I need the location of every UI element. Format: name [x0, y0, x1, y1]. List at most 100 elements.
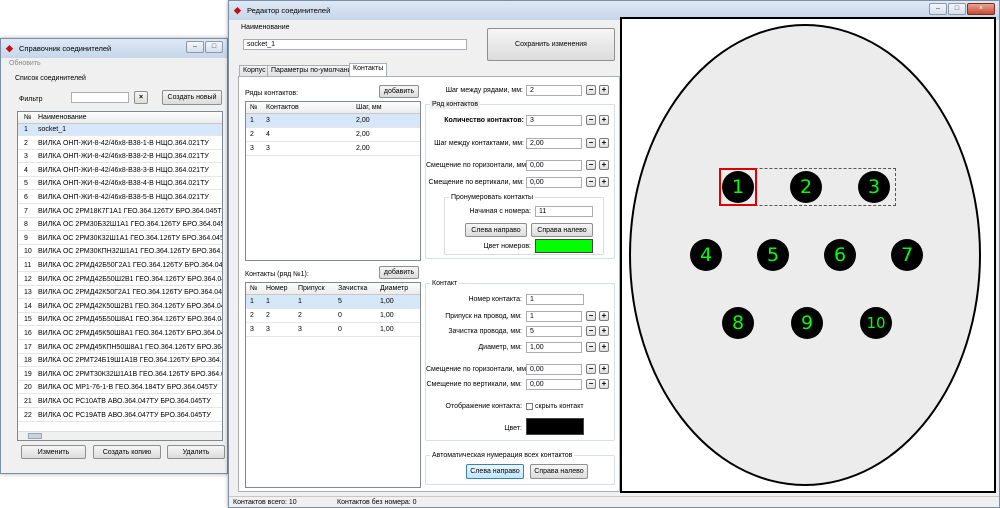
edit-button[interactable]: Изменить [21, 445, 86, 459]
delete-button[interactable]: Удалить [167, 445, 225, 459]
reference-titlebar[interactable]: ◆ Справочник соединителей – □ [1, 39, 227, 58]
connector-list-row[interactable]: 6 ВИЛКА ОНП-ЖИ-8-42/46х8-В38-5-В НЩО.364.… [18, 192, 222, 204]
connector-list-row[interactable]: 11 ВИЛКА ОС 2РМД42Б50Г2А1 ГЕО.364.126ТУ Б… [18, 260, 222, 272]
allowance-decrement-button[interactable]: − [586, 311, 596, 321]
contact-pin[interactable]: 4 [690, 239, 722, 271]
row-step-input[interactable]: 2 [526, 85, 582, 96]
scroll-thumb[interactable] [28, 433, 42, 439]
contact-grid-row[interactable]: 1 1 1 5 1,00 [246, 295, 420, 309]
connector-list-row[interactable]: 10 ВИЛКА ОС 2РМ30КПН32Ш1А1 ГЕО.364.126ТУ … [18, 246, 222, 259]
minimize-icon[interactable]: – [186, 41, 204, 53]
hide-contact-checkbox[interactable]: скрыть контакт [526, 402, 584, 411]
contacts-col-allowance[interactable]: Припуск [298, 283, 325, 294]
number-ltr-button[interactable]: Слева направо [465, 223, 527, 237]
add-contact-button[interactable]: добавить [379, 266, 419, 279]
contact-hshift-decrement-button[interactable]: − [586, 364, 596, 374]
connector-list-row[interactable]: 15 ВИЛКА ОС 2РМД45Б50Ш8А1 ГЕО.364.126ТУ Б… [18, 314, 222, 327]
close-icon[interactable]: × [967, 3, 995, 15]
strip-increment-button[interactable]: + [599, 326, 609, 336]
count-decrement-button[interactable]: − [586, 115, 596, 125]
start-number-input[interactable]: 11 [535, 206, 593, 217]
maximize-icon[interactable]: □ [205, 41, 223, 53]
connector-list-row[interactable]: 4 ВИЛКА ОНП-ЖИ-8-42/46х8-В38-3-В НЩО.364.… [18, 165, 222, 177]
contact-step-input[interactable]: 2,00 [526, 138, 582, 149]
contact-pin[interactable]: 2 [790, 171, 822, 203]
connector-list-row[interactable]: 8 ВИЛКА ОС 2РМ30Б32Ш1А1 ГЕО.364.126ТУ БРО… [18, 219, 222, 232]
contact-hshift-increment-button[interactable]: + [599, 364, 609, 374]
rows-col-count[interactable]: Контактов [266, 102, 299, 113]
contact-pin[interactable]: 5 [757, 239, 789, 271]
connector-list-row[interactable]: 5 ВИЛКА ОНП-ЖИ-8-42/46х8-В38-4-В НЩО.364.… [18, 178, 222, 191]
connector-list-row[interactable]: 12 ВИЛКА ОС 2РМД42Б50Ш2В1 ГЕО.364.126ТУ Б… [18, 274, 222, 286]
add-row-button[interactable]: добавить [379, 85, 419, 98]
connector-list-row[interactable]: 18 ВИЛКА ОС 2РМТ24Б19Ш1А1В ГЕО.364.126ТУ … [18, 355, 222, 368]
contact-number-input[interactable]: 1 [526, 294, 584, 305]
copy-button[interactable]: Создать копию [93, 445, 161, 459]
contact-pin[interactable]: 8 [722, 307, 754, 339]
rows-col-num[interactable]: № [250, 102, 258, 113]
diameter-increment-button[interactable]: + [599, 342, 609, 352]
contact-hshift-input[interactable]: 0,00 [526, 364, 582, 375]
contact-vshift-increment-button[interactable]: + [599, 379, 609, 389]
hshift-decrement-button[interactable]: − [586, 160, 596, 170]
row-step-decrement-button[interactable]: − [586, 85, 596, 95]
row-step-increment-button[interactable]: + [599, 85, 609, 95]
contact-pin[interactable]: 3 [858, 171, 890, 203]
checkbox-box[interactable] [526, 402, 533, 410]
contact-vshift-decrement-button[interactable]: − [586, 379, 596, 389]
allowance-increment-button[interactable]: + [599, 311, 609, 321]
hshift-increment-button[interactable]: + [599, 160, 609, 170]
tab-contacts[interactable]: Контакты [349, 63, 388, 77]
connector-list-row[interactable]: 17 ВИЛКА ОС 2РМД45КПН50Ш8А1 ГЕО.364.126ТУ… [18, 342, 222, 354]
contact-grid-row[interactable]: 2 2 2 0 1,00 [246, 309, 420, 323]
connector-list-row[interactable]: 20 ВИЛКА ОС МР1-76-1-В ГЕО.364.184ТУ БРО.… [18, 382, 222, 395]
contact-vshift-input[interactable]: 0,00 [526, 379, 582, 390]
contact-step-increment-button[interactable]: + [599, 138, 609, 148]
strip-input[interactable]: 5 [526, 326, 582, 337]
horizontal-scrollbar[interactable] [18, 431, 222, 440]
connector-list-row[interactable]: 19 ВИЛКА ОС 2РМТ30К32Ш1А1В ГЕО.364.126ТУ … [18, 369, 222, 381]
auto-rtl-button[interactable]: Справа налево [530, 464, 588, 479]
connector-list-row[interactable]: 1 socket_1 [18, 124, 222, 136]
strip-decrement-button[interactable]: − [586, 326, 596, 336]
contact-pin[interactable]: 9 [791, 307, 823, 339]
row-grid-row[interactable]: 2 4 2,00 [246, 128, 420, 142]
connector-list-row[interactable]: 2 ВИЛКА ОНП-ЖИ-8-42/46х8-В38-1-В НЩО.364.… [18, 138, 222, 150]
name-input[interactable]: socket_1 [243, 39, 467, 50]
connector-list-row[interactable]: 22 ВИЛКА ОС РС19АТВ АВО.364.047ТУ БРО.364… [18, 410, 222, 422]
row-grid-row[interactable]: 3 3 2,00 [246, 142, 420, 156]
contact-color-swatch[interactable] [526, 418, 584, 435]
tab-defaults[interactable]: Параметры по-умолчанию [267, 65, 361, 76]
connector-preview-canvas[interactable]: 1 2 3 4 5 6 7 8 9 10 [620, 17, 996, 493]
contact-pin[interactable]: 10 [860, 307, 892, 339]
contacts-col-number[interactable]: Номер [266, 283, 288, 294]
connector-list-row[interactable]: 14 ВИЛКА ОС 2РМД42К50Ш2В1 ГЕО.364.126ТУ Б… [18, 301, 222, 313]
contacts-col-num[interactable]: № [250, 283, 258, 294]
col-num-header[interactable]: № [24, 112, 32, 123]
maximize-icon[interactable]: □ [948, 3, 966, 15]
row-grid-row[interactable]: 1 3 2,00 [246, 114, 420, 128]
vshift-increment-button[interactable]: + [599, 177, 609, 187]
hshift-input[interactable]: 0,00 [526, 160, 582, 171]
vshift-decrement-button[interactable]: − [586, 177, 596, 187]
connector-list-row[interactable]: 3 ВИЛКА ОНП-ЖИ-8-42/46х8-В38-2-В НЩО.364.… [18, 151, 222, 164]
tab-body[interactable]: Корпус [239, 65, 270, 76]
connector-list-row[interactable]: 21 ВИЛКА ОС РС10АТВ АВО.364.047ТУ БРО.364… [18, 396, 222, 408]
filter-input[interactable] [71, 92, 129, 103]
refresh-menu-item[interactable]: Обновить [9, 59, 41, 68]
diameter-decrement-button[interactable]: − [586, 342, 596, 352]
rows-col-step[interactable]: Шаг, мм [356, 102, 382, 113]
allowance-input[interactable]: 1 [526, 311, 582, 322]
connector-list-row[interactable]: 16 ВИЛКА ОС 2РМД45К50Ш8А1 ГЕО.364.126ТУ Б… [18, 328, 222, 340]
contact-step-decrement-button[interactable]: − [586, 138, 596, 148]
count-input[interactable]: 3 [526, 115, 582, 126]
save-changes-button[interactable]: Сохранить изменения [487, 28, 615, 61]
number-color-swatch[interactable] [535, 239, 593, 253]
connector-list-row[interactable]: 7 ВИЛКА ОС 2РМ18К7Г1А1 ГЕО.364.126ТУ БРО.… [18, 206, 222, 218]
minimize-icon[interactable]: – [929, 3, 947, 15]
contact-grid-row[interactable]: 3 3 3 0 1,00 [246, 323, 420, 337]
contacts-col-strip[interactable]: Зачистка [338, 283, 367, 294]
contacts-col-diameter[interactable]: Диаметр [380, 283, 408, 294]
clear-filter-button[interactable]: × [134, 91, 148, 104]
contact-pin[interactable]: 7 [891, 239, 923, 271]
